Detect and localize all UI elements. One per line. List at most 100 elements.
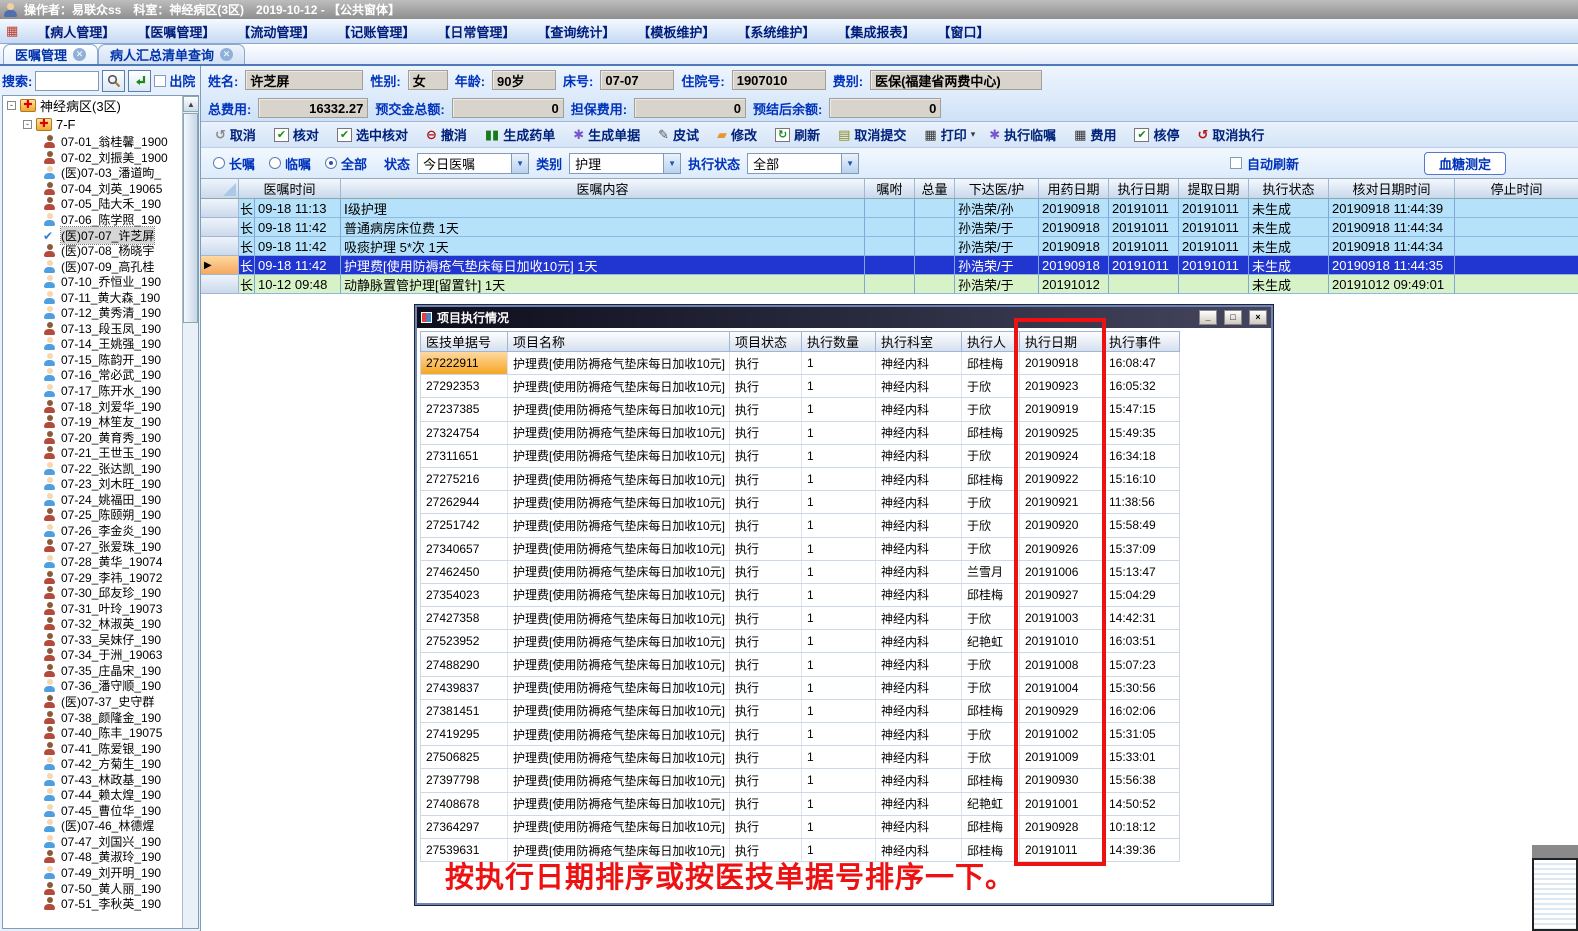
search-input[interactable] (35, 70, 100, 91)
patient-tree-item[interactable]: 07-35_庄晶宋_190 (3, 663, 181, 679)
patient-tree-item[interactable]: 07-20_黄育秀_190 (3, 429, 181, 445)
menu-item[interactable]: 【集成报表】 (826, 22, 926, 41)
patient-tree-item[interactable]: 07-31_叶玲_19073 (3, 600, 181, 616)
exec-status-dropdown[interactable]: 全部 ▼ (747, 152, 860, 174)
order-column-header[interactable]: 提取日期 (1179, 179, 1249, 198)
order-column-header[interactable]: 用药日期 (1039, 179, 1109, 198)
execution-column-header[interactable]: 执行事件 (1104, 332, 1179, 351)
order-column-header[interactable]: 嘱咐 (865, 179, 915, 198)
verify-button[interactable]: ✔ 核对 (268, 125, 329, 144)
menu-item[interactable]: 【流动管理】 (226, 22, 326, 41)
patient-tree-item[interactable]: (医)07-09_高孔桂 (3, 258, 181, 274)
tab[interactable]: 病人汇总清单查询 ✕ (98, 44, 246, 64)
patient-tree-item[interactable]: 07-44_赖太煌_190 (3, 787, 181, 803)
patient-tree-item[interactable]: 07-04_刘英_19065 (3, 181, 181, 197)
patient-tree-item[interactable]: (医)07-03_潘道昫_ (3, 165, 181, 181)
order-type-radio[interactable]: 临嘱 (269, 154, 311, 173)
skin-test-button[interactable]: ✎ 皮试 (652, 125, 709, 144)
menu-item[interactable]: 【日常管理】 (426, 22, 526, 41)
patient-tree-item[interactable]: 07-48_黄淑玲_190 (3, 849, 181, 865)
generate-doc-button[interactable]: ✱ 生成单据 (567, 125, 650, 144)
order-type-radio[interactable]: 长嘱 (213, 154, 255, 173)
patient-tree-item[interactable]: (医)07-08_杨晓宇 (3, 243, 181, 259)
discharge-checkbox[interactable] (154, 74, 167, 87)
row-selector-cell[interactable] (201, 199, 239, 218)
menu-item[interactable]: 【窗口】 (926, 22, 1000, 41)
patient-tree-item[interactable]: 07-23_刘木旺_190 (3, 476, 181, 492)
order-row[interactable]: ▶ 长 09-18 11:42 护理费[使用防褥疮气垫床每日加收10元] 1天 … (201, 256, 1578, 275)
revoke-button[interactable]: ⊖ 撤消 (420, 125, 477, 144)
chevron-down-icon[interactable]: ▼ (511, 153, 529, 173)
chevron-down-icon[interactable]: ▼ (841, 153, 859, 173)
order-row[interactable]: 长 10-12 09:48 动静脉置管护理[留置针] 1天 孙浩荣/于 2019… (201, 275, 1578, 294)
patient-tree-item[interactable]: 07-49_刘开明_190 (3, 865, 181, 881)
status-dropdown[interactable]: 今日医嘱 ▼ (417, 152, 530, 174)
maximize-button[interactable]: □ (1224, 310, 1242, 325)
order-row[interactable]: 长 09-18 11:42 普通病房床位费 1天 孙浩荣/于 20190918 … (201, 218, 1578, 237)
print-button[interactable]: ▦ 打印 ▾ (918, 125, 981, 144)
patient-tree-item[interactable]: 07-21_王世玉_190 (3, 445, 181, 461)
patient-tree-item[interactable]: 07-02_刘振美_1900 (3, 150, 181, 166)
menu-item[interactable]: 【记账管理】 (326, 22, 426, 41)
tree-group-floor[interactable]: - ✚ 7-F (3, 115, 198, 134)
row-selector-cell[interactable] (201, 275, 239, 294)
order-column-header[interactable]: 停止时间 (1455, 179, 1578, 198)
scroll-up-icon[interactable]: ▲ (183, 96, 198, 112)
row-selector-header[interactable] (201, 179, 239, 198)
verify-stop-button[interactable]: ✔ 核停 (1128, 125, 1189, 144)
generate-med-list-button[interactable]: ▮▮ 生成药单 (479, 125, 565, 144)
order-column-header[interactable]: 总量 (915, 179, 955, 198)
refresh-tree-button[interactable] (128, 69, 152, 92)
patient-tree-item[interactable]: 07-38_颜隆金_190 (3, 709, 181, 725)
tree-scrollbar[interactable]: ▲ (182, 96, 198, 928)
patient-tree-item[interactable]: 07-28_黄华_19074 (3, 554, 181, 570)
tree-collapse-icon[interactable]: - (23, 120, 32, 129)
order-column-header[interactable]: 医嘱时间 (239, 179, 341, 198)
patient-tree-item[interactable]: 07-15_陈韵开_190 (3, 352, 181, 368)
patient-tree-item[interactable]: 07-30_邱友珍_190 (3, 585, 181, 601)
patient-tree-item[interactable]: 07-45_曹位华_190 (3, 803, 181, 819)
order-row[interactable]: 长 09-18 11:13 Ⅰ级护理 孙浩荣/孙 20190918 201910… (201, 199, 1578, 218)
patient-tree-item[interactable]: 07-33_吴妹仔_190 (3, 632, 181, 648)
tree-collapse-icon[interactable]: - (7, 101, 16, 110)
execution-column-header[interactable]: 执行数量 (802, 332, 876, 351)
cancel-button[interactable]: ↺ 取消 (209, 125, 266, 144)
close-button[interactable]: × (1249, 310, 1267, 325)
row-selector-cell[interactable] (201, 237, 239, 256)
patient-tree-item[interactable]: 07-12_黄秀清_190 (3, 305, 181, 321)
patient-tree-item[interactable]: 07-06_陈学照_190 (3, 212, 181, 228)
tab-close-icon[interactable]: ✕ (220, 48, 234, 61)
menu-item[interactable]: 【模板维护】 (626, 22, 726, 41)
cancel-submit-button[interactable]: ▤ 取消提交 (832, 125, 916, 144)
patient-tree-item[interactable]: 07-34_于洲_19063 (3, 647, 181, 663)
patient-tree-item[interactable]: 07-47_刘国兴_190 (3, 834, 181, 850)
blood-glucose-button[interactable]: 血糖测定 (1423, 151, 1506, 175)
order-column-header[interactable]: 核对日期时间 (1329, 179, 1455, 198)
dialog-title-bar[interactable]: 项目执行情况 _ □ × (417, 307, 1271, 328)
tab[interactable]: 医嘱管理 ✕ (3, 44, 99, 64)
order-column-header[interactable]: 执行状态 (1249, 179, 1329, 198)
patient-tree-item[interactable]: 07-19_林笙友_190 (3, 414, 181, 430)
patient-tree-item[interactable]: 07-42_方菊生_190 (3, 756, 181, 772)
patient-tree-item[interactable]: 07-05_陆大禾_190 (3, 196, 181, 212)
order-column-header[interactable]: 下达医/护 (955, 179, 1039, 198)
patient-tree-item[interactable]: 07-11_黄大森_190 (3, 289, 181, 305)
patient-tree-item[interactable]: 07-13_段玉凤_190 (3, 321, 181, 337)
execution-column-header[interactable]: 医技单据号 (421, 332, 508, 351)
patient-tree-item[interactable]: 07-18_刘爱华_190 (3, 398, 181, 414)
order-column-header[interactable]: 执行日期 (1109, 179, 1179, 198)
patient-tree-item[interactable]: 07-16_常必武_190 (3, 367, 181, 383)
patient-tree-item[interactable]: 07-14_王姚强_190 (3, 336, 181, 352)
patient-tree-item[interactable]: 07-27_张爱珠_190 (3, 538, 181, 554)
verify-selected-button[interactable]: ✔ 选中核对 (331, 125, 418, 144)
patient-tree-item[interactable]: 07-17_陈开水_190 (3, 383, 181, 399)
scrollbar-thumb[interactable] (183, 113, 198, 323)
patient-tree-item[interactable]: 07-24_姚福田_190 (3, 492, 181, 508)
execution-column-header[interactable]: 执行人 (962, 332, 1020, 351)
row-selector-cell[interactable]: ▶ (201, 256, 239, 275)
order-type-radio[interactable]: 全部 (325, 154, 367, 173)
patient-tree-item[interactable]: 07-01_翁桂馨_1900 (3, 134, 181, 150)
search-button[interactable] (102, 69, 126, 92)
tab-close-icon[interactable]: ✕ (73, 48, 87, 61)
execution-column-header[interactable]: 项目名称 (508, 332, 730, 351)
